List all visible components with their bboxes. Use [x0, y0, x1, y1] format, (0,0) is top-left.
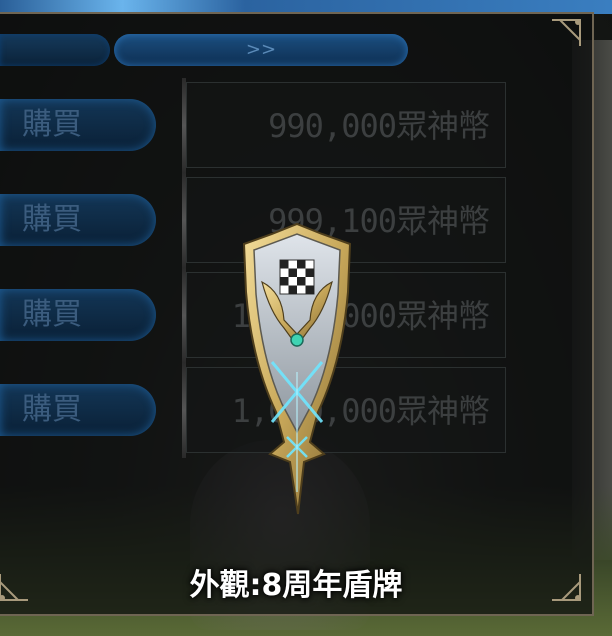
buy-button[interactable]: 購買	[0, 289, 156, 341]
item-caption: 外觀:8周年盾牌	[189, 568, 403, 603]
price-text: 990,000眾神幣	[268, 107, 490, 145]
buy-button[interactable]: 購買	[0, 194, 156, 246]
shield-icon	[242, 222, 352, 515]
price-cell: 990,000眾神幣	[186, 82, 506, 168]
header-left-button[interactable]	[0, 34, 110, 66]
buy-button[interactable]: 購買	[0, 384, 156, 436]
ornament-corner-icon	[552, 19, 581, 46]
header-next-button[interactable]: >>	[114, 34, 408, 66]
buy-button[interactable]: 購買	[0, 99, 156, 151]
list-item: 購買 990,000眾神幣	[0, 78, 510, 173]
